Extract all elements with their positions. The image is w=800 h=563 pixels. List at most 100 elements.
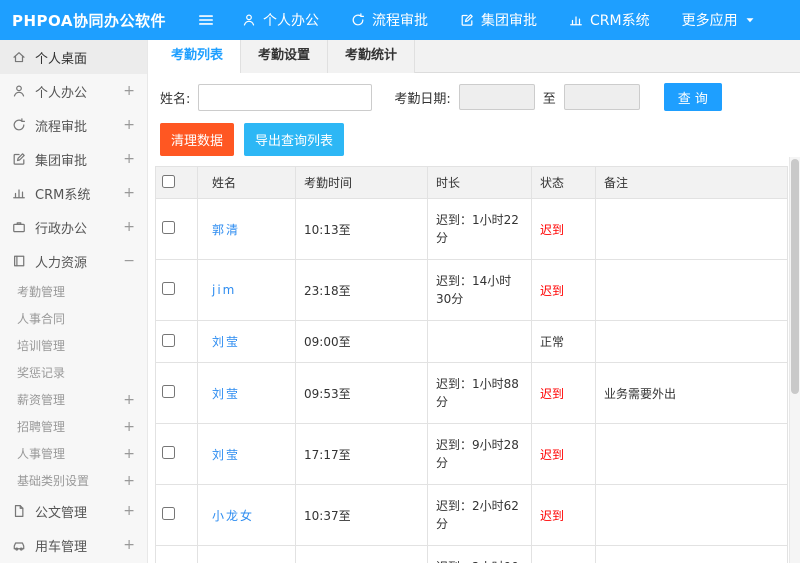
date-filter-label: 考勤日期: (394, 91, 451, 107)
header-nav-item-流程审批[interactable]: 流程审批 (335, 0, 444, 40)
sidebar-item-个人桌面[interactable]: 个人桌面 (0, 40, 147, 74)
sidebar-subitem-人事管理[interactable]: 人事管理 + (0, 440, 147, 467)
status-badge: 迟到 (540, 447, 565, 462)
sidebar-subitem-培训管理[interactable]: 培训管理 (0, 332, 147, 359)
date-to-label: 至 (542, 91, 556, 107)
expand-icon[interactable]: + (123, 152, 135, 166)
chart-icon (569, 13, 583, 27)
header-nav-item-个人办公[interactable]: 个人办公 (226, 0, 335, 40)
employee-name-cell: 刘莹 (197, 320, 296, 363)
table-body: 郭清 10:13至 迟到：1小时22分 迟到 jim 23:18至 迟到：14小… (155, 198, 788, 563)
name-filter-input[interactable] (198, 83, 373, 111)
status-badge: 迟到 (540, 283, 565, 298)
employee-name-cell: jim (197, 259, 296, 321)
sidebar-item-公文管理[interactable]: 公文管理 + (0, 494, 147, 528)
expand-icon[interactable]: − (123, 254, 135, 268)
table-row: 郭清 10:13至 迟到：1小时22分 迟到 (155, 198, 788, 260)
expand-icon[interactable]: + (123, 186, 135, 200)
sidebar-item-人力资源[interactable]: 人力资源 − (0, 244, 147, 278)
employee-name-link[interactable]: 郭清 (212, 223, 240, 237)
expand-icon[interactable]: + (123, 447, 135, 461)
car-icon (12, 538, 26, 552)
doc-icon (12, 504, 26, 518)
row-checkbox-cell (155, 259, 198, 321)
remark-cell (595, 423, 788, 485)
export-list-button[interactable]: 导出查询列表 (244, 123, 345, 156)
sidebar-subitem-基础类别设置[interactable]: 基础类别设置 + (0, 467, 147, 494)
col-header-status: 状态 (531, 166, 596, 199)
expand-icon[interactable]: + (123, 118, 135, 132)
employee-name-link[interactable]: 刘莹 (212, 448, 240, 462)
attendance-time-cell: 17:17至 (295, 423, 428, 485)
row-checkbox-cell (155, 484, 198, 546)
row-checkbox[interactable] (162, 446, 175, 459)
table-header-row: 姓名 考勤时间 时长 状态 备注 (155, 166, 788, 199)
employee-name-link[interactable]: jim (212, 283, 236, 297)
status-cell: 迟到 (531, 484, 596, 546)
expand-icon[interactable]: + (123, 420, 135, 434)
sidebar-subitem-考勤管理[interactable]: 考勤管理 (0, 278, 147, 305)
sidebar-item-CRM系统[interactable]: CRM系统 + (0, 176, 147, 210)
attendance-time-cell: 09:53至 (295, 362, 428, 424)
clean-data-button[interactable]: 清理数据 (160, 123, 235, 156)
remark-cell (595, 198, 788, 260)
expand-icon[interactable]: + (123, 474, 135, 488)
vertical-scrollbar[interactable] (789, 157, 800, 563)
attendance-time-cell: 23:18至 (295, 259, 428, 321)
menu-toggle-icon[interactable] (186, 0, 226, 40)
expand-icon[interactable]: + (123, 393, 135, 407)
employee-name-link[interactable]: 刘莹 (212, 387, 240, 401)
name-filter-label: 姓名: (160, 91, 191, 107)
sidebar-item-集团审批[interactable]: 集团审批 + (0, 142, 147, 176)
header-nav-item-CRM系统[interactable]: CRM系统 (553, 0, 666, 40)
table-row: 刘莹 09:00至 正常 (155, 320, 788, 363)
employee-name-link[interactable]: 刘莹 (212, 335, 240, 349)
sidebar-subitem-奖惩记录[interactable]: 奖惩记录 (0, 359, 147, 386)
row-checkbox[interactable] (162, 221, 175, 234)
tab-考勤列表[interactable]: 考勤列表 (154, 40, 242, 73)
expand-icon[interactable]: + (123, 538, 135, 552)
col-header-remark: 备注 (595, 166, 788, 199)
sidebar-subitem-人事合同[interactable]: 人事合同 (0, 305, 147, 332)
row-checkbox-cell (155, 545, 198, 563)
expand-icon[interactable]: + (123, 504, 135, 518)
row-checkbox-cell (155, 198, 198, 260)
sidebar-subitem-薪资管理[interactable]: 薪资管理 + (0, 386, 147, 413)
scrollbar-thumb[interactable] (791, 159, 799, 394)
sidebar-item-用车管理[interactable]: 用车管理 + (0, 528, 147, 562)
page-layout: 个人桌面 个人办公 + 流程审批 + 集团审批 + CRM系统 + 行政办公 +… (0, 40, 800, 563)
sidebar-item-行政办公[interactable]: 行政办公 + (0, 210, 147, 244)
employee-name-cell: 郭清 (197, 198, 296, 260)
tab-考勤统计[interactable]: 考勤统计 (328, 40, 416, 73)
duration-cell: 迟到：1小时22分 (427, 198, 532, 260)
attendance-time-cell: 10:13至 (295, 198, 428, 260)
edit-icon (12, 152, 26, 166)
employee-name-link[interactable]: 小龙女 (212, 509, 254, 523)
expand-icon[interactable]: + (123, 84, 135, 98)
row-checkbox[interactable] (162, 385, 175, 398)
date-to-input[interactable] (563, 84, 640, 110)
attendance-table: 姓名 考勤时间 时长 状态 备注 郭清 10:13至 迟到：1小时22分 迟到 … (155, 166, 788, 563)
date-from-input[interactable] (458, 84, 535, 110)
expand-icon[interactable]: + (123, 220, 135, 234)
search-button[interactable]: 查 询 (663, 83, 722, 111)
status-cell: 迟到 (531, 362, 596, 424)
status-cell: 迟到 (531, 259, 596, 321)
sidebar-item-流程审批[interactable]: 流程审批 + (0, 108, 147, 142)
header-nav-item-更多应用[interactable]: 更多应用 (666, 0, 771, 40)
row-checkbox[interactable] (162, 333, 175, 347)
sidebar-item-个人办公[interactable]: 个人办公 + (0, 74, 147, 108)
remark-cell (595, 259, 788, 321)
row-checkbox[interactable] (162, 507, 175, 520)
status-badge: 迟到 (540, 386, 565, 401)
select-all-checkbox[interactable] (162, 174, 175, 188)
book-icon (12, 254, 26, 268)
sidebar-subitem-招聘管理[interactable]: 招聘管理 + (0, 413, 147, 440)
tab-考勤设置[interactable]: 考勤设置 (241, 40, 329, 73)
select-all-cell (155, 166, 198, 199)
attendance-time-cell: 10:37至 (295, 484, 428, 546)
header-nav-item-集团审批[interactable]: 集团审批 (444, 0, 553, 40)
briefcase-icon (12, 220, 26, 234)
row-checkbox[interactable] (162, 282, 175, 295)
user-icon (12, 84, 26, 98)
